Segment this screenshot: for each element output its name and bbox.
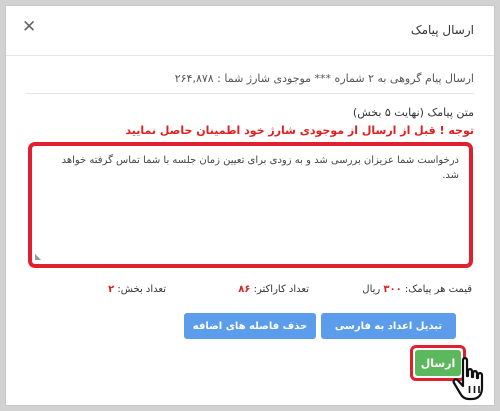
dialog-title: ارسال پیامک [410,23,474,37]
price-value: ۳۰۰ [383,284,402,295]
resize-grip-icon[interactable]: ◢ [35,252,41,261]
parts-stat: تعداد بخش: ۲ [108,284,166,295]
message-box-highlight: درخواست شما عزیزان بررسی شد و به زودی بر… [28,142,473,268]
chars-value: ۸۶ [238,284,251,295]
sms-stats: قیمت هر پیامک: ۳۰۰ ریال تعداد کاراکتر: ۸… [6,284,494,300]
message-textarea[interactable]: درخواست شما عزیزان بررسی شد و به زودی بر… [32,146,469,264]
balance-info: ارسال پیام گروهی به ۲ شماره *** موجودی ش… [174,72,474,85]
parts-label: تعداد بخش: [117,284,166,295]
send-sms-dialog: ✕ ارسال پیامک ارسال پیام گروهی به ۲ شمار… [5,5,495,406]
hand-pointer-icon [452,357,484,401]
close-icon[interactable]: ✕ [22,19,36,36]
price-stat: قیمت هر پیامک: ۳۰۰ ریال [362,284,472,295]
remove-spaces-button[interactable]: حذف فاصله های اضافه [184,313,316,339]
chars-label: تعداد کاراکتر: [253,284,309,295]
price-label: قیمت هر پیامک: [404,284,472,295]
chars-stat: تعداد کاراکتر: ۸۶ [238,284,309,295]
dialog-header: ✕ ارسال پیامک [6,6,494,56]
message-label: متن پیامک (نهایت ۵ بخش) [352,106,474,119]
price-unit: ریال [362,284,381,295]
balance-warning: توجه ! قبل از ارسال از موجودی شارژ خود ا… [125,124,474,137]
convert-digits-button[interactable]: تبدیل اعداد به فارسی [321,313,456,339]
divider [26,93,474,94]
parts-value: ۲ [108,284,115,295]
